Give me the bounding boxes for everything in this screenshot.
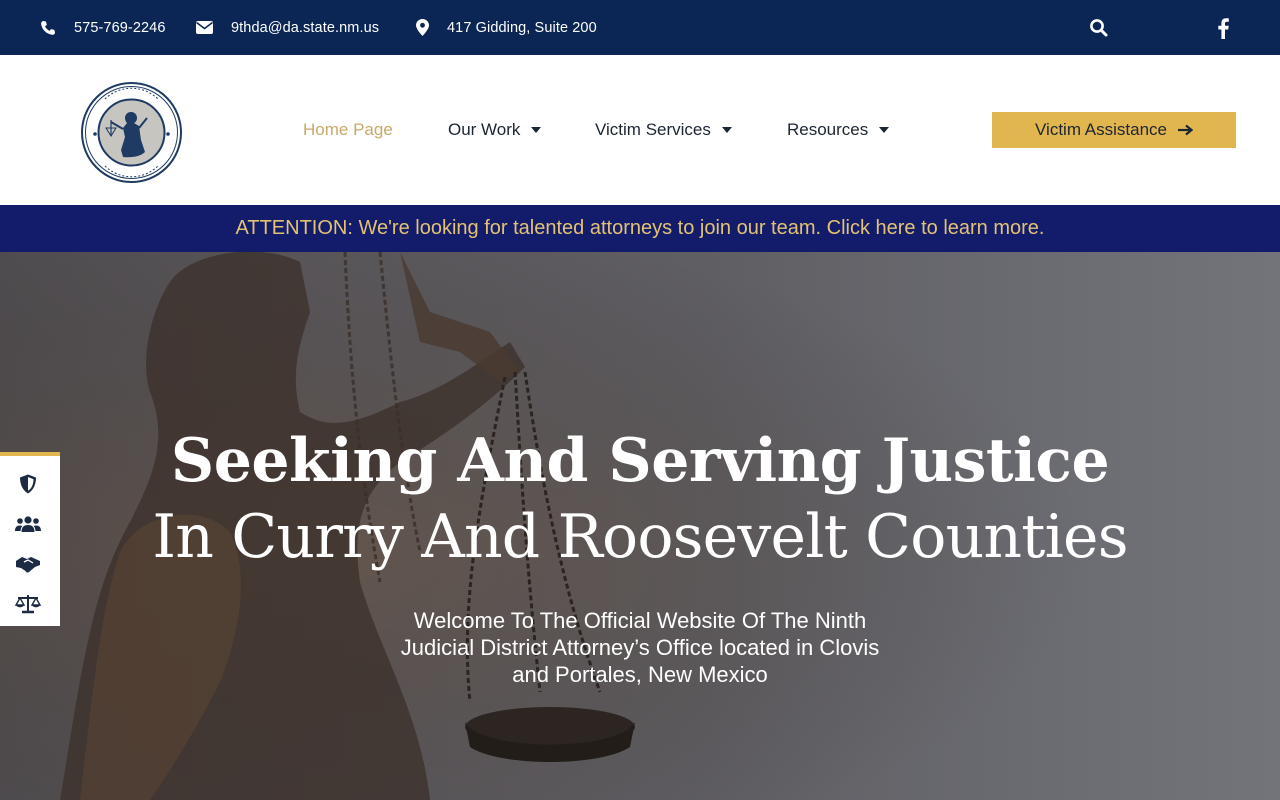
- caret-down-icon: [531, 127, 542, 133]
- handshake-icon[interactable]: [15, 552, 41, 576]
- victim-assistance-button[interactable]: Victim Assistance: [992, 112, 1236, 148]
- nav-home-label: Home Page: [303, 120, 393, 139]
- caret-down-icon: [879, 127, 890, 133]
- phone-contact[interactable]: 575-769-2246: [40, 0, 166, 55]
- nav-our-work-label: Our Work: [448, 120, 521, 139]
- hero-subtitle: Welcome To The Official Website Of The N…: [400, 608, 880, 687]
- top-contact-bar: 575-769-2246 9thda@da.state.nm.us 417 Gi…: [0, 0, 1280, 55]
- nav-victim-services-label: Victim Services: [595, 120, 711, 139]
- phone-icon: [41, 20, 55, 35]
- balance-scale-icon[interactable]: [15, 592, 41, 616]
- nav-home-page[interactable]: Home Page: [303, 55, 393, 205]
- hero-section: Seeking And Serving Justice In Curry And…: [0, 252, 1280, 800]
- attention-text[interactable]: ATTENTION: We're looking for talented at…: [236, 217, 1045, 240]
- site-header: Home Page Our Work Victim Services Resou…: [0, 55, 1280, 205]
- street-address: 417 Gidding, Suite 200: [447, 19, 597, 36]
- side-quick-links: [0, 452, 60, 626]
- nav-resources-label: Resources: [787, 120, 869, 139]
- hero-title-line1: Seeking And Serving Justice: [170, 426, 1110, 496]
- email-contact[interactable]: 9thda@da.state.nm.us: [196, 0, 379, 55]
- search-icon[interactable]: [1089, 18, 1109, 38]
- caret-down-icon: [721, 127, 732, 133]
- shield-icon[interactable]: [15, 472, 41, 496]
- email-address: 9thda@da.state.nm.us: [231, 19, 380, 36]
- envelope-icon: [196, 21, 213, 34]
- address-contact[interactable]: 417 Gidding, Suite 200: [416, 0, 597, 55]
- hero-title-line2: In Curry And Roosevelt Counties: [152, 502, 1128, 572]
- arrow-right-icon: [1177, 124, 1193, 136]
- map-pin-icon: [416, 19, 429, 36]
- victim-assistance-label: Victim Assistance: [1035, 120, 1167, 139]
- attention-banner[interactable]: ATTENTION: We're looking for talented at…: [0, 205, 1280, 252]
- nav-victim-services[interactable]: Victim Services: [595, 55, 732, 205]
- users-icon[interactable]: [15, 512, 41, 536]
- facebook-icon[interactable]: [1216, 17, 1230, 39]
- nav-our-work[interactable]: Our Work: [448, 55, 542, 205]
- nav-resources[interactable]: Resources: [787, 55, 890, 205]
- phone-number: 575-769-2246: [74, 19, 166, 36]
